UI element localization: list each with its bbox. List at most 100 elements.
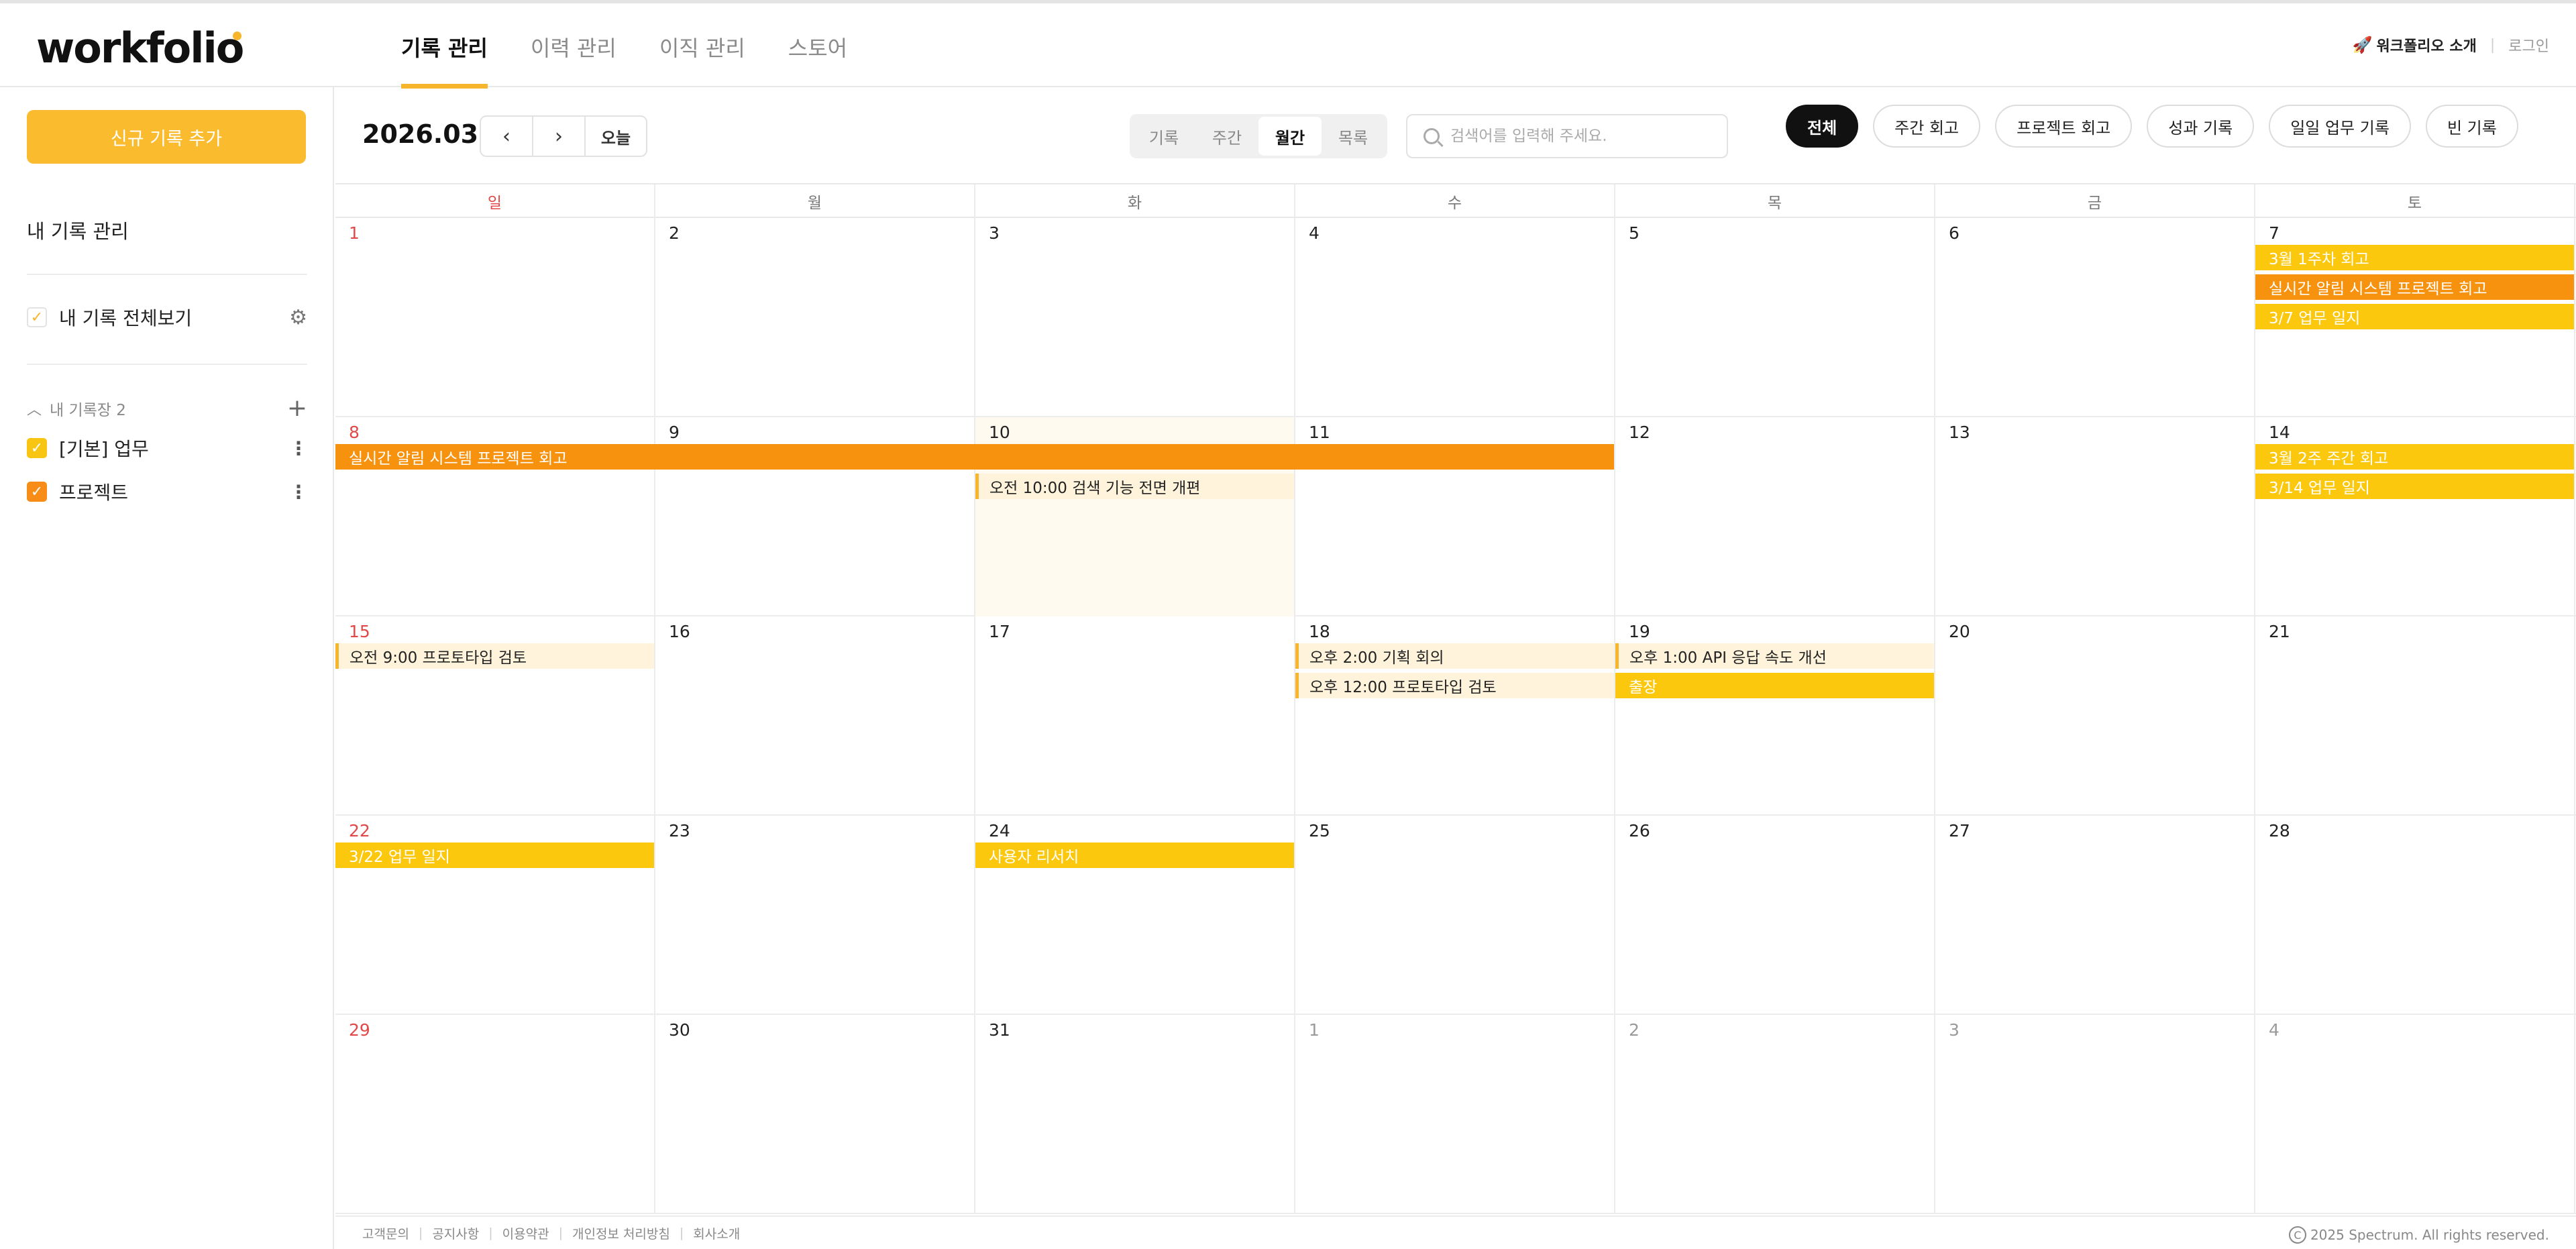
record-book-item[interactable]: ✓ 프로젝트 ⋮ xyxy=(27,478,308,505)
filter-achievement[interactable]: 성과 기록 xyxy=(2147,105,2255,148)
calendar-day-cell[interactable]: 21 xyxy=(2255,616,2575,816)
sidebar-divider xyxy=(27,364,307,365)
chevron-up-icon[interactable]: ︿ xyxy=(27,398,42,419)
nav-tab-store[interactable]: 스토어 xyxy=(788,3,847,87)
calendar-toolbar: 2026.03 ‹ › 오늘 기록 주간 월간 목록 전체 주간 회고 프로젝트… xyxy=(335,87,2576,184)
filter-all[interactable]: 전체 xyxy=(1786,105,1859,148)
calendar-week: 8 9 10 11 12 13 14 실시간 알림 시스템 프로젝트 회고 오전 10:00 검… xyxy=(335,417,2576,616)
day-number: 7 xyxy=(2269,223,2279,243)
month-calendar: 일월화수목금토 1 2 3 4 5 6 7 3월 1주차 회고 실시간 알림 시스템 프로젝트 … xyxy=(335,184,2576,1215)
view-tab-weekly[interactable]: 주간 xyxy=(1195,117,1258,156)
view-all-checkbox[interactable]: ✓ xyxy=(27,307,47,327)
calendar-day-cell[interactable]: 29 xyxy=(335,1015,655,1214)
gear-icon[interactable]: ⚙ xyxy=(289,306,307,329)
calendar-event[interactable]: 출장 xyxy=(1615,673,1934,698)
filter-empty[interactable]: 빈 기록 xyxy=(2425,105,2518,148)
filter-weekly-retro[interactable]: 주간 회고 xyxy=(1873,105,1981,148)
footer-separator: | xyxy=(418,1226,423,1240)
record-book-checkbox[interactable]: ✓ xyxy=(27,438,47,458)
filter-daily-log[interactable]: 일일 업무 기록 xyxy=(2269,105,2411,148)
search-input[interactable] xyxy=(1450,127,1719,145)
calendar-week: 22 23 24 25 26 27 28 3/22 업무 일지 사용자 리서치 xyxy=(335,816,2576,1015)
record-book-item[interactable]: ✓ [기본] 업무 ⋮ xyxy=(27,435,308,461)
more-options-icon[interactable]: ⋮ xyxy=(289,437,308,459)
view-tab-monthly[interactable]: 월간 xyxy=(1258,117,1322,156)
calendar-day-cell[interactable]: 17 xyxy=(975,616,1295,816)
calendar-event[interactable]: 3/7 업무 일지 xyxy=(2255,304,2574,329)
footer-link-support[interactable]: 고객문의 xyxy=(362,1224,409,1242)
intro-link[interactable]: 🚀 워크폴리오 소개 xyxy=(2353,34,2477,56)
prev-month-button[interactable]: ‹ xyxy=(481,117,533,156)
nav-tab-career-move[interactable]: 이직 관리 xyxy=(659,3,745,87)
calendar-day-cell[interactable]: 26 xyxy=(1615,816,1935,1015)
weekday-label: 월 xyxy=(655,184,975,218)
record-book-label: 프로젝트 xyxy=(59,482,129,504)
logo-accent-dot xyxy=(233,32,241,40)
footer-separator: | xyxy=(488,1226,493,1240)
weekday-label: 금 xyxy=(1935,184,2255,218)
logo[interactable]: workfolio xyxy=(36,23,244,72)
calendar-event[interactable]: 오전 9:00 프로토타입 검토 xyxy=(335,643,654,669)
calendar-day-cell[interactable]: 13 xyxy=(1935,417,2255,616)
calendar-event[interactable]: 오전 10:00 검색 기능 전면 개편 xyxy=(975,474,1294,499)
footer-link-company[interactable]: 회사소개 xyxy=(693,1224,740,1242)
calendar-event[interactable]: 3/22 업무 일지 xyxy=(335,843,654,868)
calendar-day-cell[interactable]: 4 xyxy=(2255,1015,2575,1214)
login-link[interactable]: 로그인 xyxy=(2508,34,2549,56)
weekday-label: 일 xyxy=(335,184,655,218)
calendar-event[interactable]: 3/14 업무 일지 xyxy=(2255,474,2574,499)
calendar-event[interactable]: 3월 2주 주간 회고 xyxy=(2255,444,2574,470)
record-book-checkbox[interactable]: ✓ xyxy=(27,482,47,502)
day-number: 30 xyxy=(669,1020,690,1040)
calendar-day-cell[interactable]: 12 xyxy=(1615,417,1935,616)
calendar-day-cell[interactable]: 23 xyxy=(655,816,975,1015)
calendar-event[interactable]: 사용자 리서치 xyxy=(975,843,1294,868)
view-tab-list[interactable]: 목록 xyxy=(1322,117,1385,156)
plus-icon[interactable]: + xyxy=(287,394,307,422)
calendar-day-cell[interactable]: 27 xyxy=(1935,816,2255,1015)
calendar-event[interactable]: 실시간 알림 시스템 프로젝트 회고 xyxy=(335,444,1614,470)
footer-link-terms[interactable]: 이용약관 xyxy=(502,1224,549,1242)
view-all-label: 내 기록 전체보기 xyxy=(59,307,193,329)
calendar-day-cell[interactable]: 6 xyxy=(1935,218,2255,417)
calendar-day-cell[interactable]: 30 xyxy=(655,1015,975,1214)
calendar-day-cell[interactable]: 25 xyxy=(1295,816,1615,1015)
calendar-day-cell[interactable]: 20 xyxy=(1935,616,2255,816)
view-tab-records[interactable]: 기록 xyxy=(1132,117,1195,156)
calendar-day-cell[interactable]: 4 xyxy=(1295,218,1615,417)
calendar-day-cell[interactable]: 16 xyxy=(655,616,975,816)
record-type-filters: 전체 주간 회고 프로젝트 회고 성과 기록 일일 업무 기록 빈 기록 xyxy=(1786,105,2533,148)
new-record-button[interactable]: 신규 기록 추가 xyxy=(27,110,306,164)
day-number: 27 xyxy=(1949,821,1970,840)
day-number: 25 xyxy=(1309,821,1330,840)
next-month-button[interactable]: › xyxy=(533,117,586,156)
calendar-day-cell[interactable]: 3 xyxy=(975,218,1295,417)
day-number: 19 xyxy=(1629,622,1650,641)
calendar-event[interactable]: 오후 2:00 기획 회의 xyxy=(1295,643,1614,669)
filter-project-retro[interactable]: 프로젝트 회고 xyxy=(1995,105,2133,148)
calendar-day-cell[interactable]: 1 xyxy=(335,218,655,417)
calendar-day-cell[interactable]: 31 xyxy=(975,1015,1295,1214)
calendar-event[interactable]: 실시간 알림 시스템 프로젝트 회고 xyxy=(2255,274,2574,300)
sidebar-divider xyxy=(27,274,307,275)
day-number: 26 xyxy=(1629,821,1650,840)
calendar-week: 15 16 17 18 19 20 21 오전 9:00 프로토타입 검토 오후 2:00 기획… xyxy=(335,616,2576,816)
day-number: 3 xyxy=(989,223,1000,243)
footer-link-notice[interactable]: 공지사항 xyxy=(432,1224,479,1242)
calendar-day-cell[interactable]: 2 xyxy=(655,218,975,417)
today-button[interactable]: 오늘 xyxy=(586,117,646,156)
calendar-event[interactable]: 오후 12:00 프로토타입 검토 xyxy=(1295,673,1614,698)
nav-tab-records[interactable]: 기록 관리 xyxy=(401,3,488,89)
calendar-day-cell[interactable]: 28 xyxy=(2255,816,2575,1015)
more-options-icon[interactable]: ⋮ xyxy=(289,481,308,503)
calendar-day-cell[interactable]: 2 xyxy=(1615,1015,1935,1214)
day-number: 23 xyxy=(669,821,690,840)
calendar-day-cell[interactable]: 3 xyxy=(1935,1015,2255,1214)
current-month: 2026.03 xyxy=(362,119,479,149)
calendar-event[interactable]: 3월 1주차 회고 xyxy=(2255,245,2574,270)
footer-link-privacy[interactable]: 개인정보 처리방침 xyxy=(572,1224,670,1242)
nav-tab-history[interactable]: 이력 관리 xyxy=(531,3,616,87)
calendar-day-cell[interactable]: 1 xyxy=(1295,1015,1615,1214)
calendar-day-cell[interactable]: 5 xyxy=(1615,218,1935,417)
calendar-event[interactable]: 오후 1:00 API 응답 속도 개선 xyxy=(1615,643,1934,669)
